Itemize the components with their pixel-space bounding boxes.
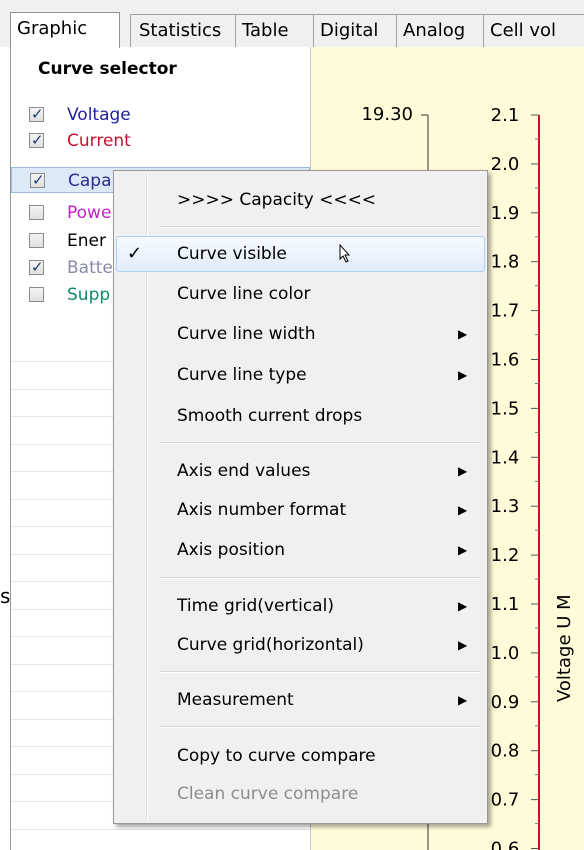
submenu-arrow-icon: ▶: [458, 503, 468, 517]
left-edge-text: s: [0, 584, 11, 608]
curve-checkbox[interactable]: ✓: [30, 171, 45, 189]
curve-selector-header: Curve selector: [38, 59, 177, 79]
voltage-tick-label: 1.8: [491, 252, 520, 273]
checkmark-icon: ✓: [32, 171, 45, 189]
voltage-tick-label: 0.8: [491, 741, 520, 762]
curve-label: Batte: [67, 258, 113, 278]
curve-row[interactable]: ✓ Voltage: [11, 102, 310, 128]
menu-item-time-grid[interactable]: Time grid(vertical) ▶: [116, 588, 485, 624]
voltage-tick-label: 1.2: [491, 545, 520, 566]
list-row-divider: [11, 828, 310, 830]
menu-item-curve-line-color[interactable]: Curve line color: [116, 276, 485, 312]
curve-label: Capa: [68, 171, 112, 191]
voltage-axis-label: Voltage U M: [554, 594, 575, 702]
voltage-tick-label: 1.4: [491, 447, 520, 468]
submenu-arrow-icon: ▶: [458, 327, 468, 341]
submenu-arrow-icon: ▶: [458, 464, 468, 478]
menu-item-smooth-current-drops[interactable]: Smooth current drops: [116, 398, 485, 434]
curve-label: Supp: [67, 285, 111, 305]
curve-checkbox[interactable]: [29, 287, 44, 302]
tab-analog[interactable]: Analog: [396, 14, 484, 47]
voltage-tick-label: 1.1: [491, 594, 520, 615]
checkmark-icon: ✓: [31, 131, 44, 149]
menu-item-axis-number-format[interactable]: Axis number format ▶: [116, 492, 485, 528]
tab-graphic[interactable]: Graphic: [10, 12, 120, 48]
submenu-arrow-icon: ▶: [458, 543, 468, 557]
menu-item-curve-line-type[interactable]: Curve line type ▶: [116, 357, 485, 393]
curve-label: Ener: [67, 231, 106, 251]
capacity-top-value: 19.30: [361, 104, 413, 125]
checkmark-icon: ✓: [31, 105, 44, 123]
submenu-arrow-icon: ▶: [458, 368, 468, 382]
menu-separator: [160, 226, 480, 228]
tab-statistics[interactable]: Statistics: [130, 14, 236, 47]
menu-item-curve-visible[interactable]: ✓ Curve visible: [116, 236, 485, 272]
curve-checkbox[interactable]: [29, 205, 44, 220]
menu-separator: [160, 577, 480, 579]
submenu-arrow-icon: ▶: [458, 638, 468, 652]
tab-strip: Graphic Statistics Table Digital Analog …: [0, 0, 584, 48]
voltage-tick-label: 1.9: [491, 203, 520, 224]
curve-label: Voltage: [67, 105, 131, 125]
curve-checkbox[interactable]: ✓: [29, 131, 44, 149]
menu-item-clean-curve-compare: Clean curve compare: [177, 784, 359, 804]
voltage-tick-label: 0.9: [491, 692, 520, 713]
curve-checkbox[interactable]: [29, 233, 44, 248]
submenu-arrow-icon: ▶: [458, 599, 468, 613]
menu-item-measurement[interactable]: Measurement ▶: [116, 682, 485, 718]
curve-label: Powe: [67, 203, 112, 223]
mouse-cursor-icon: [339, 244, 351, 263]
menu-separator: [160, 442, 480, 444]
curve-checkbox[interactable]: ✓: [29, 105, 44, 123]
menu-item-axis-position[interactable]: Axis position ▶: [116, 532, 485, 568]
voltage-tick-label: 1.5: [491, 398, 520, 419]
menu-title: >>>> Capacity <<<<: [177, 190, 377, 210]
tab-cell-voltage[interactable]: Cell vol: [483, 14, 584, 47]
menu-item-axis-end-values[interactable]: Axis end values ▶: [116, 453, 485, 489]
voltage-tick-label: 1.6: [491, 350, 520, 371]
voltage-tick-label: 2.1: [491, 105, 520, 126]
menu-separator: [160, 671, 480, 673]
menu-item-curve-grid[interactable]: Curve grid(horizontal) ▶: [116, 627, 485, 663]
tab-table[interactable]: Table: [235, 14, 314, 47]
menu-separator: [160, 726, 480, 728]
curve-row[interactable]: ✓ Current: [11, 128, 310, 154]
voltage-tick-label: 2.0: [491, 154, 520, 175]
menu-item-curve-line-width[interactable]: Curve line width ▶: [116, 316, 485, 352]
menu-item-copy-to-curve-compare[interactable]: Copy to curve compare: [116, 738, 485, 774]
curve-checkbox[interactable]: ✓: [29, 258, 44, 276]
voltage-tick-label: 0.6: [491, 839, 520, 850]
voltage-tick-label: 0.7: [491, 790, 520, 811]
tab-digital[interactable]: Digital: [313, 14, 397, 47]
voltage-tick-label: 1.3: [491, 496, 520, 517]
voltage-tick-label: 1.7: [491, 301, 520, 322]
submenu-arrow-icon: ▶: [458, 693, 468, 707]
checkmark-icon: ✓: [127, 243, 143, 264]
context-menu: >>>> Capacity <<<< ✓ Curve visible Curve…: [113, 170, 488, 824]
checkmark-icon: ✓: [31, 258, 44, 276]
curve-label: Current: [67, 131, 131, 151]
voltage-tick-label: 1.0: [491, 643, 520, 664]
